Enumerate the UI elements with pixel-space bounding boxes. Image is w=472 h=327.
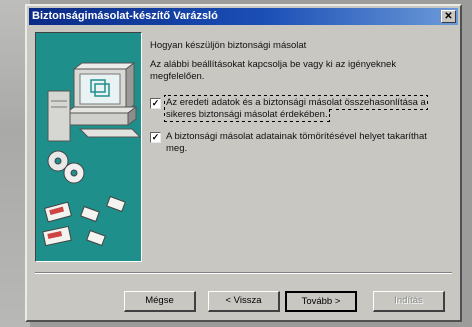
verify-option[interactable]: ✓ Az eredeti adatok és a biztonsági máso… [150, 95, 450, 122]
verify-option-label: Az eredeti adatok és a biztonsági másola… [164, 95, 428, 122]
compress-option[interactable]: ✓ A biztonsági másolat adatainak tömörít… [150, 131, 450, 155]
back-button[interactable]: < Vissza [208, 291, 280, 312]
window-title: Biztonságimásolat-készítő Varázsló [32, 10, 218, 22]
cancel-button[interactable]: Mégse [124, 291, 196, 312]
button-divider [35, 272, 452, 274]
next-button[interactable]: Tovább > [285, 291, 357, 312]
wizard-dialog: Biztonságimásolat-készítő Varázsló ✕ Hog… [25, 4, 462, 322]
computer-with-disks-illustration [42, 62, 141, 247]
finish-button: Indítás [373, 291, 445, 312]
compress-checkbox[interactable]: ✓ [150, 132, 161, 143]
verify-checkbox[interactable]: ✓ [150, 98, 161, 109]
wizard-intro: Az alábbi beállításokat kapcsolja be vag… [150, 59, 397, 82]
wizard-illustration [35, 32, 142, 262]
compress-option-label: A biztonsági másolat adatainak tömörítés… [166, 131, 427, 154]
wizard-heading: Hogyan készüljön biztonsági másolat [150, 40, 307, 51]
close-icon[interactable]: ✕ [441, 10, 456, 23]
wizard-content: Hogyan készüljön biztonsági másolat Az a… [150, 40, 450, 165]
title-bar: Biztonságimásolat-készítő Varázsló ✕ [29, 8, 458, 25]
